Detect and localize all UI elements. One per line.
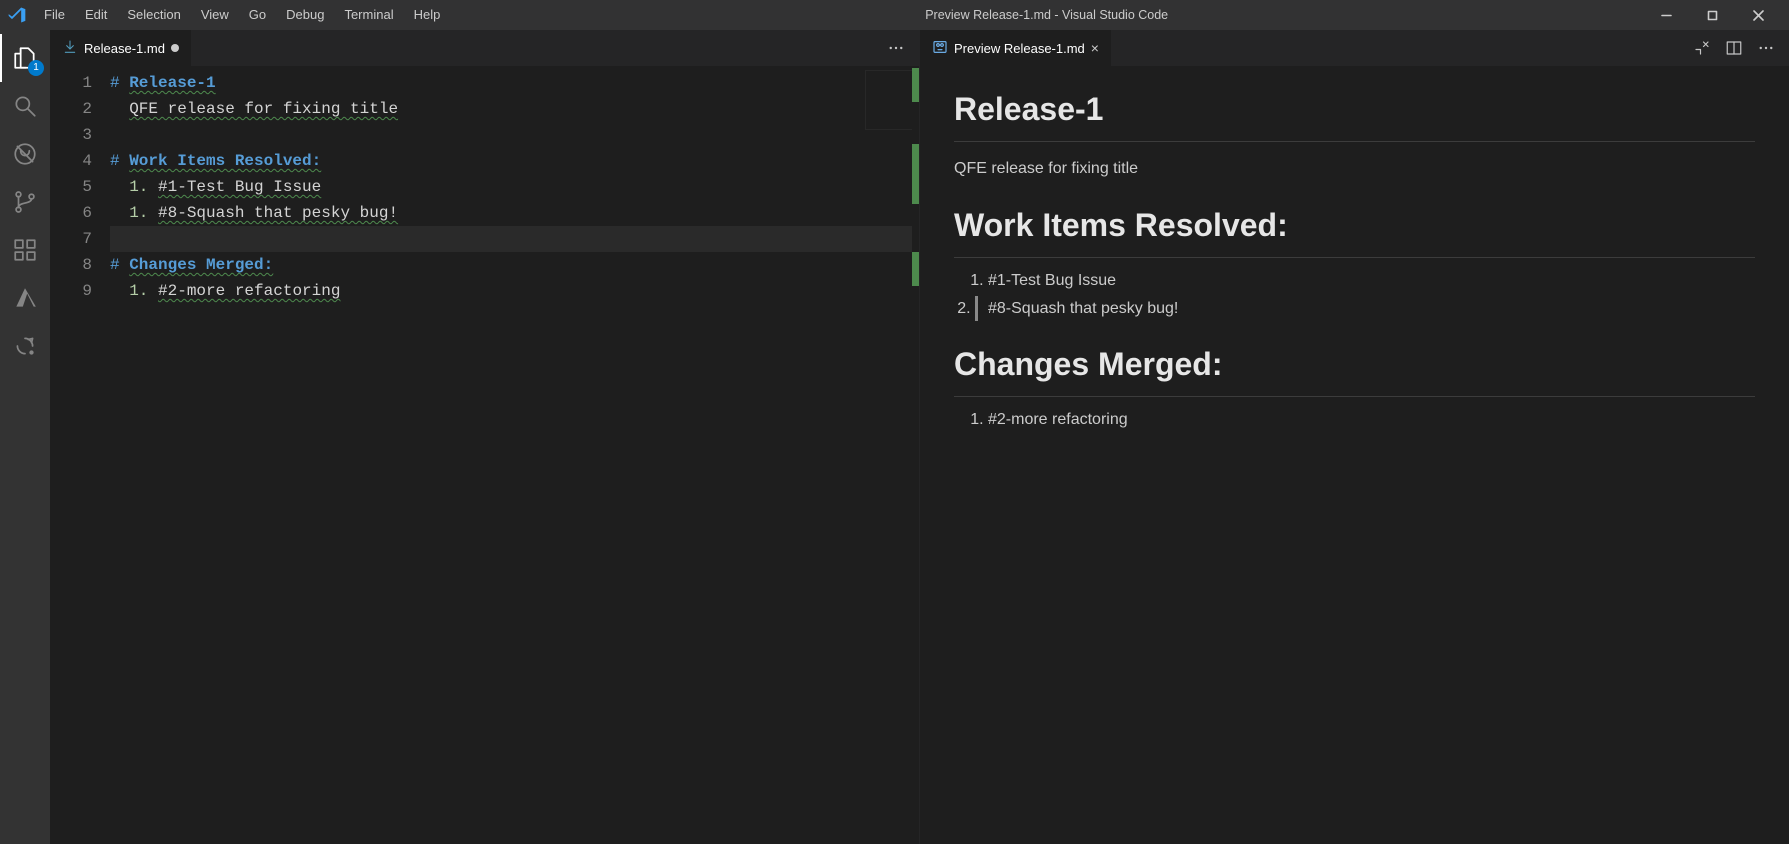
line-number: 3 bbox=[50, 122, 92, 148]
editor-pane-left: Release-1.md 123456789 # Release-1 QFE r… bbox=[50, 30, 920, 844]
show-source-icon[interactable] bbox=[1693, 39, 1711, 57]
no-bug-icon bbox=[12, 141, 38, 167]
overview-ruler[interactable] bbox=[912, 66, 919, 844]
line-number: 1 bbox=[50, 70, 92, 96]
line-number: 4 bbox=[50, 148, 92, 174]
preview-paragraph: QFE release for fixing title bbox=[954, 156, 1755, 182]
vscode-icon bbox=[0, 0, 34, 30]
split-editor-icon[interactable] bbox=[1725, 39, 1743, 57]
code-line[interactable] bbox=[110, 226, 919, 252]
code-line[interactable]: QFE release for fixing title bbox=[110, 96, 919, 122]
code-line[interactable]: 1. #8-Squash that pesky bug! bbox=[110, 200, 919, 226]
tabs-left: Release-1.md bbox=[50, 30, 919, 66]
line-number: 8 bbox=[50, 252, 92, 278]
code-line[interactable]: # Release-1 bbox=[110, 70, 919, 96]
window-controls bbox=[1643, 0, 1781, 30]
line-number: 9 bbox=[50, 278, 92, 304]
preview-heading: Changes Merged: bbox=[954, 339, 1755, 397]
markdown-download-icon bbox=[62, 39, 78, 58]
code-line[interactable]: # Work Items Resolved: bbox=[110, 148, 919, 174]
tab-preview-release-1[interactable]: Preview Release-1.md × bbox=[920, 30, 1112, 66]
line-number: 2 bbox=[50, 96, 92, 122]
preview-icon bbox=[932, 39, 948, 58]
close-icon[interactable]: × bbox=[1091, 40, 1099, 56]
workbench: Release-1.md 123456789 # Release-1 QFE r… bbox=[50, 30, 1789, 844]
preview-list: #1-Test Bug Issue#8-Squash that pesky bu… bbox=[988, 268, 1755, 321]
preview-list-item: #2-more refactoring bbox=[988, 407, 1755, 433]
code-line[interactable]: # Changes Merged: bbox=[110, 252, 919, 278]
line-number: 7 bbox=[50, 226, 92, 252]
preview-list-item: #1-Test Bug Issue bbox=[988, 268, 1755, 294]
tabs-right: Preview Release-1.md × bbox=[920, 30, 1789, 66]
activitybar: 1 bbox=[0, 30, 50, 844]
share-icon bbox=[12, 333, 38, 359]
tab-release-1-md[interactable]: Release-1.md bbox=[50, 30, 192, 66]
tab-label: Preview Release-1.md bbox=[954, 41, 1085, 56]
tab-label: Release-1.md bbox=[84, 41, 165, 56]
activity-share[interactable] bbox=[0, 322, 50, 370]
code-editor[interactable]: 123456789 # Release-1 QFE release for fi… bbox=[50, 66, 919, 844]
titlebar: File Edit Selection View Go Debug Termin… bbox=[0, 0, 1789, 30]
markdown-preview[interactable]: Release-1 QFE release for fixing title W… bbox=[920, 66, 1789, 844]
preview-list-item: #8-Squash that pesky bug! bbox=[975, 296, 1755, 322]
menu-debug[interactable]: Debug bbox=[276, 0, 334, 30]
azure-icon bbox=[12, 285, 38, 311]
menu-help[interactable]: Help bbox=[404, 0, 451, 30]
activity-extensions[interactable] bbox=[0, 226, 50, 274]
preview-heading: Release-1 bbox=[954, 84, 1755, 142]
code-line[interactable] bbox=[110, 122, 919, 148]
menu-terminal[interactable]: Terminal bbox=[334, 0, 403, 30]
code-line[interactable]: 1. #1-Test Bug Issue bbox=[110, 174, 919, 200]
preview-list: #2-more refactoring bbox=[988, 407, 1755, 433]
editor-pane-right: Preview Release-1.md × Rel bbox=[920, 30, 1789, 844]
branch-icon bbox=[12, 189, 38, 215]
more-icon[interactable] bbox=[887, 39, 905, 57]
menu-view[interactable]: View bbox=[191, 0, 239, 30]
menu-edit[interactable]: Edit bbox=[75, 0, 117, 30]
line-number: 6 bbox=[50, 200, 92, 226]
window-maximize[interactable] bbox=[1689, 0, 1735, 30]
window-minimize[interactable] bbox=[1643, 0, 1689, 30]
explorer-badge: 1 bbox=[28, 60, 44, 76]
extensions-icon bbox=[12, 237, 38, 263]
search-icon bbox=[12, 93, 38, 119]
activity-azure[interactable] bbox=[0, 274, 50, 322]
activity-scm[interactable] bbox=[0, 178, 50, 226]
line-number: 5 bbox=[50, 174, 92, 200]
menubar: File Edit Selection View Go Debug Termin… bbox=[34, 0, 450, 30]
activity-explorer[interactable]: 1 bbox=[0, 34, 50, 82]
menu-go[interactable]: Go bbox=[239, 0, 276, 30]
activity-debug[interactable] bbox=[0, 130, 50, 178]
menu-selection[interactable]: Selection bbox=[117, 0, 190, 30]
code-line[interactable]: 1. #2-more refactoring bbox=[110, 278, 919, 304]
more-icon[interactable] bbox=[1757, 39, 1775, 57]
tab-dirty-dot bbox=[171, 44, 179, 52]
activity-search[interactable] bbox=[0, 82, 50, 130]
code-area[interactable]: # Release-1 QFE release for fixing title… bbox=[110, 66, 919, 844]
menu-file[interactable]: File bbox=[34, 0, 75, 30]
window-title: Preview Release-1.md - Visual Studio Cod… bbox=[450, 8, 1643, 22]
preview-heading: Work Items Resolved: bbox=[954, 200, 1755, 258]
line-number-gutter: 123456789 bbox=[50, 66, 110, 844]
window-close[interactable] bbox=[1735, 0, 1781, 30]
